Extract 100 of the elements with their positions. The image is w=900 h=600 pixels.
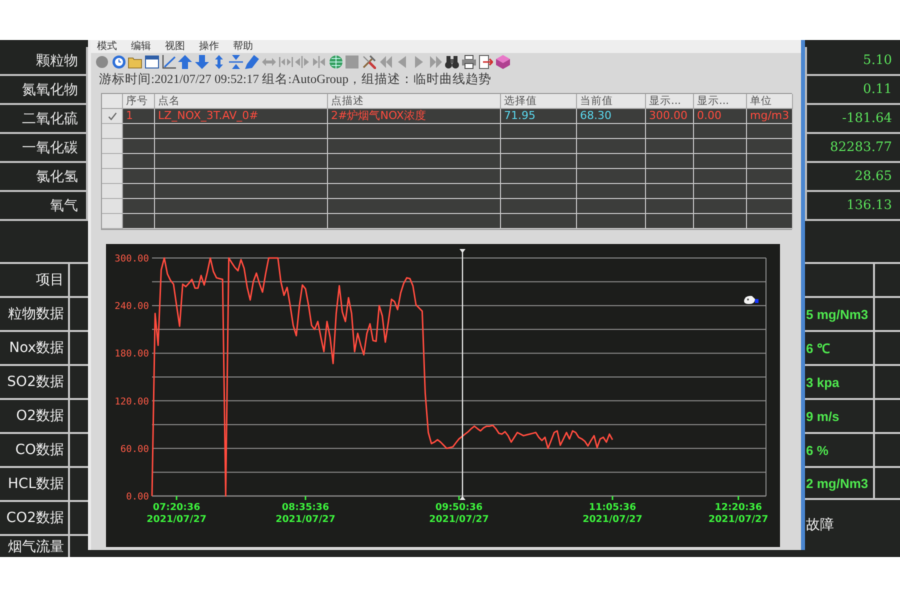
table-cell — [694, 199, 747, 214]
circle-icon[interactable] — [95, 55, 109, 69]
table-cell: 68.30 — [577, 109, 646, 124]
y-axis-label: 300.00 — [114, 254, 149, 264]
x-axis-label: 11:05:36 2021/07/27 — [582, 502, 642, 525]
table-cell — [747, 184, 793, 199]
column-header: 选择值 — [501, 94, 577, 109]
binoculars-icon[interactable] — [445, 55, 460, 69]
menu-item[interactable]: 操作 — [199, 40, 219, 53]
table-cell: 0.00 — [694, 109, 747, 124]
table-cell: LZ_NOX_3T.AV_0# — [155, 109, 328, 124]
reading-value: 0.11 — [863, 82, 892, 97]
left-right-arrow-icon[interactable] — [262, 55, 276, 69]
row-header[interactable] — [102, 199, 123, 214]
table-cell — [577, 169, 646, 184]
table-cell — [694, 124, 747, 139]
table-cell — [747, 199, 793, 214]
table-cell — [577, 199, 646, 214]
row-header[interactable] — [102, 184, 123, 199]
pollutant-label: 氧气 — [50, 196, 78, 214]
tools-icon[interactable] — [362, 55, 376, 69]
y-axis-label: 0.00 — [126, 492, 149, 502]
row-header[interactable] — [102, 214, 123, 229]
cursor-line[interactable] — [460, 249, 466, 500]
unit-value: 6 % — [806, 442, 828, 458]
column-header: 项目 — [36, 271, 64, 289]
hand-pointer-icon — [744, 296, 758, 304]
table-cell — [123, 184, 155, 199]
split-arrows-icon[interactable] — [295, 55, 310, 69]
menu-item[interactable]: 模式 — [97, 40, 117, 53]
column-header: 显示... — [646, 94, 694, 109]
check-icon[interactable] — [108, 112, 116, 120]
row-label: CO数据 — [15, 441, 64, 459]
table-cell: 300.00 — [646, 109, 694, 124]
chart-icon[interactable] — [162, 55, 176, 69]
compress-icon[interactable] — [228, 55, 242, 69]
table-cell — [577, 184, 646, 199]
table-cell — [646, 199, 694, 214]
column-header: 序号 — [123, 94, 155, 109]
x-axis-label: 12:20:36 2021/07/27 — [708, 502, 768, 525]
table-cell — [646, 139, 694, 154]
clock-icon[interactable] — [112, 55, 126, 69]
column-header — [102, 94, 123, 109]
pen-icon[interactable] — [245, 55, 260, 69]
column-header: 单位 — [747, 94, 793, 109]
x-axis-label: 09:50:36 2021/07/27 — [429, 502, 489, 525]
unit-value: 9 m/s — [806, 408, 840, 424]
folder-icon[interactable] — [128, 55, 142, 69]
pollutant-label: 二氧化硫 — [22, 110, 78, 128]
table-cell — [646, 124, 694, 139]
unit-value: 3 kpa — [806, 374, 840, 390]
table-cell — [747, 169, 793, 184]
down-arrow-icon[interactable] — [195, 55, 210, 69]
window-icon[interactable] — [145, 55, 160, 69]
row-header[interactable] — [102, 109, 123, 124]
table-cell — [646, 184, 694, 199]
table-cell — [646, 169, 694, 184]
table-cell — [694, 169, 747, 184]
column-header: 点名 — [155, 94, 328, 109]
reading-value: 28.65 — [854, 169, 892, 184]
row-label: SO2数据 — [7, 373, 64, 391]
table-cell: 71.95 — [501, 109, 577, 124]
row-label: CO2数据 — [6, 509, 64, 527]
pollutant-label: 一氧化碳 — [22, 138, 78, 156]
row-label: Nox数据 — [9, 339, 64, 357]
row-header[interactable] — [102, 154, 123, 169]
square-icon[interactable] — [345, 55, 360, 69]
table-cell — [123, 169, 155, 184]
row-label: 粒物数据 — [8, 305, 64, 323]
table-cell — [646, 154, 694, 169]
shrink-icon[interactable] — [312, 55, 326, 69]
cube-icon[interactable] — [496, 55, 510, 69]
table-cell — [747, 139, 793, 154]
table-cell — [123, 124, 155, 139]
row-label: 烟气流量 — [8, 538, 64, 556]
printer-icon[interactable] — [462, 55, 476, 69]
row-header[interactable] — [102, 139, 123, 154]
y-axis-label: 120.00 — [114, 396, 149, 408]
globe-icon[interactable] — [328, 55, 343, 69]
table-cell — [747, 154, 793, 169]
menu-item[interactable]: 编辑 — [131, 40, 151, 53]
menu-item[interactable]: 帮助 — [233, 40, 253, 53]
double-left-arrow-icon[interactable] — [378, 55, 393, 69]
unit-value: 6 ℃ — [806, 340, 830, 357]
x-axis-label: 08:35:36 2021/07/27 — [276, 502, 336, 525]
document-arrow-icon[interactable] — [478, 55, 493, 69]
table-cell — [694, 154, 747, 169]
up-arrow-icon[interactable] — [178, 55, 192, 69]
row-header[interactable] — [102, 169, 123, 184]
menu-item[interactable]: 视图 — [165, 40, 185, 53]
y-axis-label: 60.00 — [120, 444, 149, 455]
row-header[interactable] — [102, 124, 123, 139]
unit-value: 5 mg/Nm3 — [806, 306, 868, 322]
table-cell — [577, 124, 646, 139]
table-cell — [577, 139, 646, 154]
column-header: 当前值 — [577, 94, 646, 109]
table-cell — [123, 154, 155, 169]
table-cell — [123, 139, 155, 154]
table-cell: 2#炉烟气NOX浓度 — [328, 109, 501, 124]
expand-icon[interactable] — [278, 55, 293, 69]
